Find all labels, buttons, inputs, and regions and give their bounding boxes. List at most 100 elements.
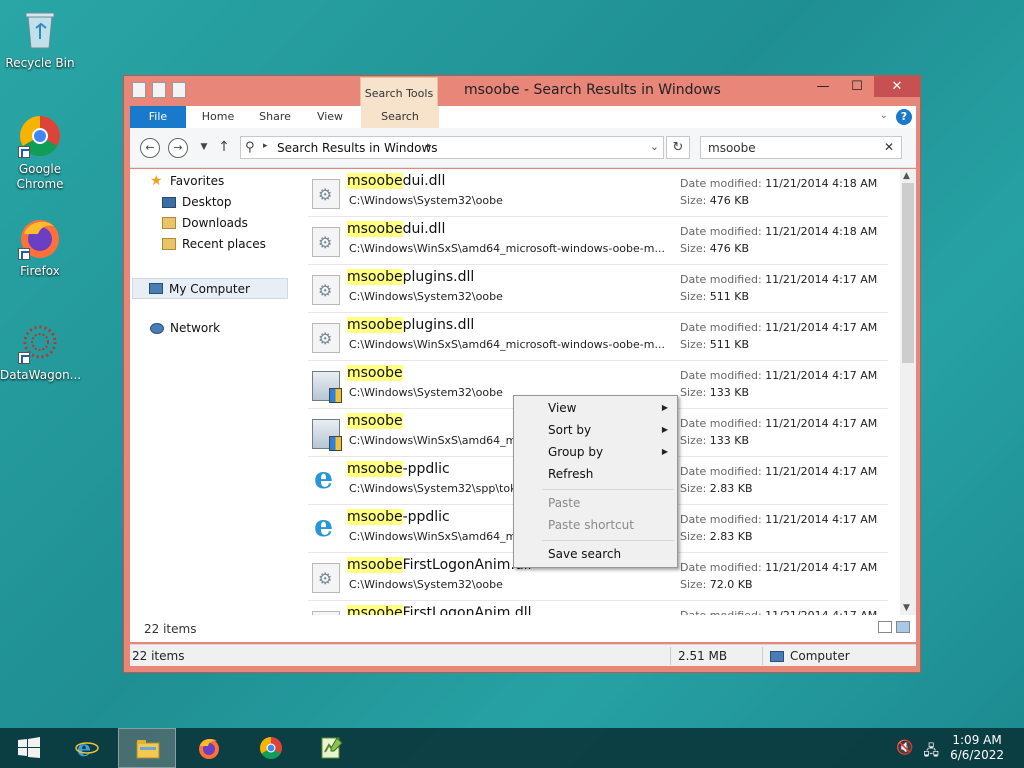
menu-separator [542, 489, 674, 490]
forward-arrow-icon[interactable]: → [168, 138, 188, 158]
magnifier-icon[interactable] [132, 82, 146, 98]
dll-file-icon [312, 275, 340, 305]
file-name: msoobe-ppdlic [347, 509, 450, 525]
breadcrumb[interactable]: Search Results in Windows [277, 141, 438, 155]
scroll-down-icon[interactable]: ▼ [903, 603, 910, 613]
file-name-rest: -ppdlic [402, 461, 450, 477]
result-row[interactable]: msoobeplugins.dll C:\Windows\WinSxS\amd64… [308, 313, 888, 361]
speaker-muted-icon[interactable]: 🔇 [896, 740, 913, 764]
tab-home[interactable]: Home [192, 106, 244, 128]
address-bar[interactable]: ⚲ ▸ Search Results in Windows ▸ ⌄ [240, 136, 664, 159]
date-modified-key: Date modified: [680, 177, 762, 190]
vertical-scrollbar[interactable]: ▲ ▼ [900, 169, 916, 615]
properties-icon[interactable] [152, 82, 166, 98]
file-size-value: 133 KB [709, 434, 750, 447]
menu-item-group-by[interactable]: Group by ▶ [548, 445, 668, 459]
recent-locations-chevron-icon[interactable]: ▼ [194, 138, 214, 158]
search-input[interactable] [706, 138, 876, 158]
file-size: Size: 476 KB [680, 242, 749, 255]
file-size-key: Size: [680, 434, 707, 447]
search-match-highlight: msoobe [347, 269, 403, 285]
file-size-value: 72.0 KB [709, 578, 753, 591]
result-row[interactable]: msoobeFirstLogonAnim.dllDate modified: 1… [308, 601, 888, 615]
windows-logo-icon [18, 737, 40, 758]
nav-item-network[interactable]: Network [150, 321, 220, 335]
result-row[interactable]: msoobedui.dll C:\Windows\System32\oobe Dat… [308, 169, 888, 217]
menu-item-view[interactable]: View ▶ [548, 401, 668, 415]
nav-item-downloads[interactable]: Downloads [162, 216, 248, 230]
nav-item-label: Downloads [182, 216, 248, 230]
desktop-icon-google-chrome[interactable]: Google Chrome [0, 114, 80, 192]
tab-file[interactable]: File [130, 106, 186, 128]
date-modified-key: Date modified: [680, 321, 762, 334]
details-view-icon[interactable] [878, 621, 892, 633]
context-tab-group-label: Search Tools [364, 87, 434, 100]
tab-search[interactable]: Search [361, 106, 439, 128]
ie-file-icon [312, 461, 340, 497]
desktop-icon-firefox[interactable]: Firefox [0, 216, 80, 279]
start-button[interactable] [0, 728, 58, 768]
search-match-highlight: msoobe [347, 605, 403, 615]
taskbar-notepad-plus-plus[interactable] [302, 728, 360, 768]
desktop-icon-label: DataWagon... [0, 368, 82, 382]
desktop-icon-label: Firefox [20, 264, 60, 278]
date-modified: Date modified: 11/21/2014 4:17 AM [680, 321, 877, 334]
desktop-icon-datawagon[interactable]: DataWagon... [0, 320, 82, 383]
large-icons-view-icon[interactable] [896, 621, 910, 633]
file-path: C:\Windows\System32\oobe [349, 290, 503, 303]
star-icon: ★ [150, 173, 163, 189]
ribbon-expand-icon[interactable]: ⌄ [880, 110, 888, 121]
navigation-bar: ← → ▼ ↑ ⚲ ▸ Search Results in Windows ▸ … [130, 128, 916, 168]
date-modified-value: 11/21/2014 4:17 AM [765, 465, 878, 478]
title-bar[interactable]: Search Tools msoobe - Search Results in … [124, 76, 920, 128]
tab-share[interactable]: Share [250, 106, 300, 128]
date-modified: Date modified: 11/21/2014 4:17 AM [680, 417, 877, 430]
dll-file-icon [312, 227, 340, 257]
back-arrow-icon[interactable]: ← [140, 138, 160, 158]
file-size: Size: 511 KB [680, 338, 749, 351]
refresh-icon[interactable]: ↻ [666, 136, 690, 159]
computer-icon [149, 283, 163, 294]
shortcut-arrow-icon [18, 146, 30, 158]
submenu-arrow-icon: ▶ [661, 425, 668, 434]
clear-search-icon[interactable]: ✕ [884, 140, 894, 154]
breadcrumb-separator-icon[interactable]: ▸ [427, 141, 432, 151]
nav-item-label: My Computer [169, 281, 250, 296]
up-arrow-icon[interactable]: ↑ [214, 138, 234, 158]
item-count: 22 items [144, 622, 197, 636]
scroll-up-icon[interactable]: ▲ [903, 171, 910, 181]
search-box[interactable]: ✕ [700, 136, 902, 159]
menu-item-save-search[interactable]: Save search [548, 547, 668, 561]
help-icon[interactable]: ? [896, 109, 912, 125]
address-dropdown-icon[interactable]: ⌄ [650, 140, 659, 153]
nav-item-recent-places[interactable]: Recent places [162, 237, 266, 251]
file-path: C:\Windows\WinSxS\amd64_microsoft-window… [349, 242, 665, 255]
scroll-thumb[interactable] [902, 183, 914, 363]
nav-item-favorites[interactable]: ★ Favorites [150, 174, 224, 188]
menu-item-paste-shortcut: Paste shortcut [548, 518, 634, 532]
file-size: Size: 133 KB [680, 386, 749, 399]
system-clock[interactable]: 1:09 AM 6/6/2022 [950, 733, 1004, 763]
nav-item-desktop[interactable]: Desktop [162, 195, 232, 209]
nav-item-my-computer[interactable]: My Computer [132, 278, 288, 299]
result-row[interactable]: msoobedui.dll C:\Windows\WinSxS\amd64_mic… [308, 217, 888, 265]
taskbar-firefox[interactable] [180, 728, 238, 768]
close-button[interactable]: ✕ [874, 76, 920, 97]
file-name-rest: dui.dll [402, 173, 446, 189]
date-modified-key: Date modified: [680, 465, 762, 478]
desktop-icon-recycle-bin[interactable]: Recycle Bin [0, 8, 80, 71]
taskbar-internet-explorer[interactable]: e [58, 728, 116, 768]
chrome-icon [18, 114, 62, 158]
file-size: Size: 2.83 KB [680, 482, 753, 495]
taskbar-chrome[interactable] [242, 728, 300, 768]
maximize-button[interactable]: ☐ [840, 76, 874, 97]
network-status-icon[interactable]: 🖧 [923, 740, 939, 764]
new-folder-icon[interactable] [172, 82, 186, 98]
tab-view[interactable]: View [306, 106, 354, 128]
menu-item-sort-by[interactable]: Sort by ▶ [548, 423, 668, 437]
taskbar-file-explorer[interactable] [118, 728, 176, 768]
result-row[interactable]: msoobeplugins.dll C:\Windows\System32\oob… [308, 265, 888, 313]
menu-item-refresh[interactable]: Refresh [548, 467, 668, 481]
dll-file-icon [312, 179, 340, 209]
minimize-button[interactable]: — [806, 76, 840, 97]
